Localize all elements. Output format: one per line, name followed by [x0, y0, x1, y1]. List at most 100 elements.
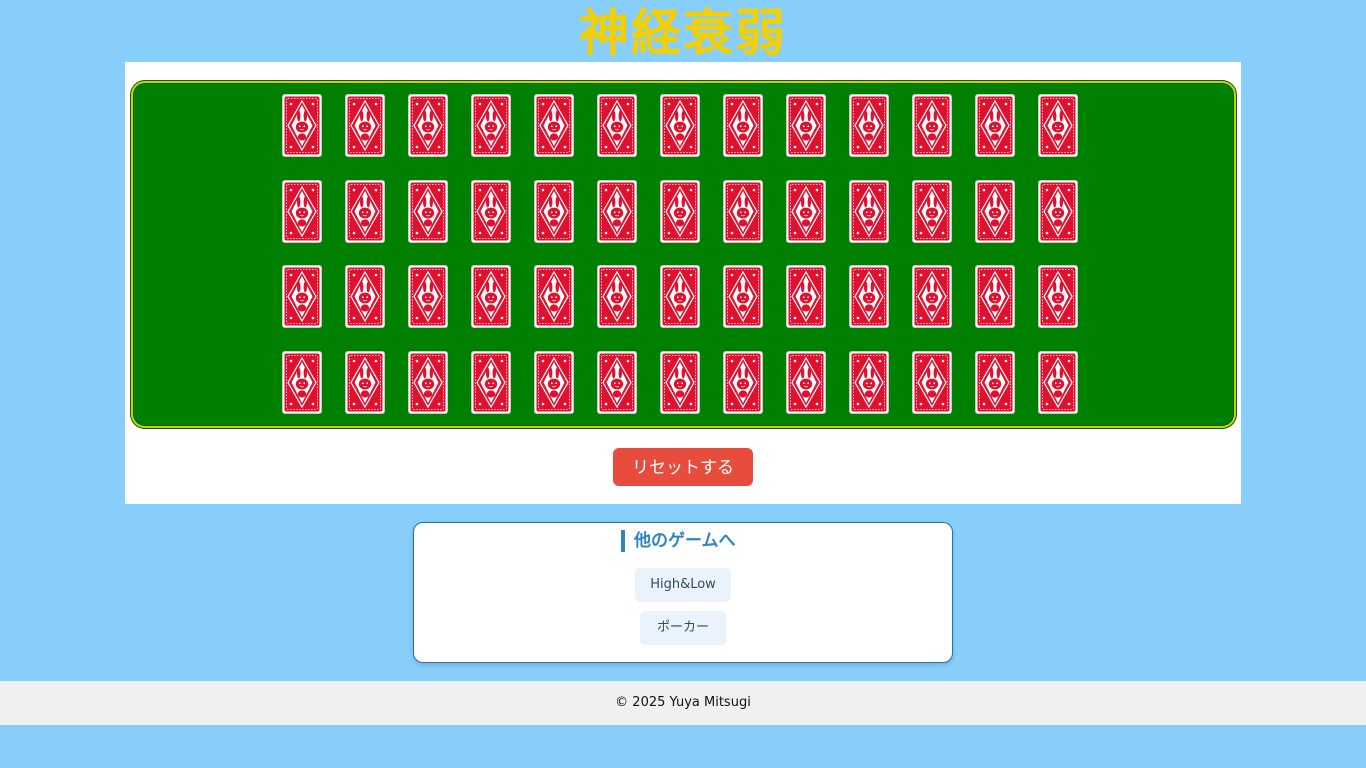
face-down-card[interactable] [1038, 94, 1078, 157]
face-down-card[interactable] [345, 351, 385, 414]
rabbit-card-back-icon [346, 181, 384, 242]
face-down-card[interactable] [597, 351, 637, 414]
page-title: 神経衰弱 [579, 4, 787, 62]
face-down-card[interactable] [786, 180, 826, 243]
face-down-card[interactable] [282, 265, 322, 328]
rabbit-card-back-icon [850, 266, 888, 327]
face-down-card[interactable] [660, 180, 700, 243]
face-down-card[interactable] [471, 351, 511, 414]
rabbit-card-back-icon [472, 352, 510, 413]
face-down-card[interactable] [912, 180, 952, 243]
face-down-card[interactable] [912, 265, 952, 328]
rabbit-card-back-icon [409, 352, 447, 413]
rabbit-card-back-icon [913, 95, 951, 156]
game-panel: リセットする [125, 62, 1241, 504]
face-down-card[interactable] [786, 94, 826, 157]
face-down-card[interactable] [975, 180, 1015, 243]
rabbit-card-back-icon [598, 352, 636, 413]
face-down-card[interactable] [723, 265, 763, 328]
face-down-card[interactable] [471, 94, 511, 157]
rabbit-card-back-icon [913, 352, 951, 413]
face-down-card[interactable] [597, 94, 637, 157]
rabbit-card-back-icon [598, 266, 636, 327]
face-down-card[interactable] [723, 351, 763, 414]
face-down-card[interactable] [786, 265, 826, 328]
face-down-card[interactable] [912, 94, 952, 157]
face-down-card[interactable] [408, 94, 448, 157]
rabbit-card-back-icon [976, 266, 1014, 327]
face-down-card[interactable] [597, 180, 637, 243]
face-down-card[interactable] [660, 265, 700, 328]
rabbit-card-back-icon [724, 352, 762, 413]
rabbit-card-back-icon [976, 181, 1014, 242]
rabbit-card-back-icon [535, 266, 573, 327]
rabbit-card-back-icon [409, 95, 447, 156]
face-down-card[interactable] [849, 265, 889, 328]
rabbit-card-back-icon [472, 266, 510, 327]
rabbit-card-back-icon [661, 181, 699, 242]
rabbit-card-back-icon [472, 95, 510, 156]
rabbit-card-back-icon [787, 95, 825, 156]
face-down-card[interactable] [534, 351, 574, 414]
rabbit-card-back-icon [787, 352, 825, 413]
face-down-card[interactable] [723, 94, 763, 157]
rabbit-card-back-icon [283, 181, 321, 242]
game-link-poker[interactable]: ポーカー [640, 611, 726, 645]
rabbit-card-back-icon [850, 95, 888, 156]
face-down-card[interactable] [849, 351, 889, 414]
face-down-card[interactable] [849, 94, 889, 157]
face-down-card[interactable] [660, 94, 700, 157]
rabbit-card-back-icon [409, 266, 447, 327]
rabbit-card-back-icon [346, 352, 384, 413]
face-down-card[interactable] [849, 180, 889, 243]
rabbit-card-back-icon [850, 181, 888, 242]
rabbit-card-back-icon [535, 352, 573, 413]
face-down-card[interactable] [408, 265, 448, 328]
face-down-card[interactable] [282, 94, 322, 157]
face-down-card[interactable] [660, 351, 700, 414]
rabbit-card-back-icon [976, 95, 1014, 156]
rabbit-card-back-icon [724, 266, 762, 327]
face-down-card[interactable] [912, 351, 952, 414]
copyright-text: © 2025 Yuya Mitsugi [615, 695, 751, 710]
face-down-card[interactable] [975, 265, 1015, 328]
rabbit-card-back-icon [472, 181, 510, 242]
face-down-card[interactable] [408, 180, 448, 243]
face-down-card[interactable] [975, 351, 1015, 414]
face-down-card[interactable] [345, 265, 385, 328]
face-down-card[interactable] [534, 94, 574, 157]
game-link-high-low[interactable]: High&Low [635, 568, 731, 602]
face-down-card[interactable] [408, 351, 448, 414]
face-down-card[interactable] [597, 265, 637, 328]
face-down-card[interactable] [471, 265, 511, 328]
face-down-card[interactable] [345, 180, 385, 243]
rabbit-card-back-icon [283, 266, 321, 327]
face-down-card[interactable] [1038, 180, 1078, 243]
face-down-card[interactable] [723, 180, 763, 243]
face-down-card[interactable] [1038, 265, 1078, 328]
face-down-card[interactable] [786, 351, 826, 414]
rabbit-card-back-icon [787, 266, 825, 327]
face-down-card[interactable] [471, 180, 511, 243]
face-down-card[interactable] [975, 94, 1015, 157]
rabbit-card-back-icon [535, 181, 573, 242]
rabbit-card-back-icon [598, 181, 636, 242]
face-down-card[interactable] [282, 351, 322, 414]
face-down-card[interactable] [1038, 351, 1078, 414]
rabbit-card-back-icon [283, 95, 321, 156]
footer: © 2025 Yuya Mitsugi [0, 681, 1366, 725]
face-down-card[interactable] [282, 180, 322, 243]
rabbit-card-back-icon [724, 181, 762, 242]
card-table [131, 81, 1236, 428]
rabbit-card-back-icon [724, 95, 762, 156]
rabbit-card-back-icon [976, 352, 1014, 413]
face-down-card[interactable] [534, 180, 574, 243]
rabbit-card-back-icon [913, 181, 951, 242]
face-down-card[interactable] [534, 265, 574, 328]
rabbit-card-back-icon [409, 181, 447, 242]
rabbit-card-back-icon [346, 266, 384, 327]
rabbit-card-back-icon [1039, 95, 1077, 156]
face-down-card[interactable] [345, 94, 385, 157]
rabbit-card-back-icon [283, 352, 321, 413]
reset-button[interactable]: リセットする [613, 448, 753, 486]
